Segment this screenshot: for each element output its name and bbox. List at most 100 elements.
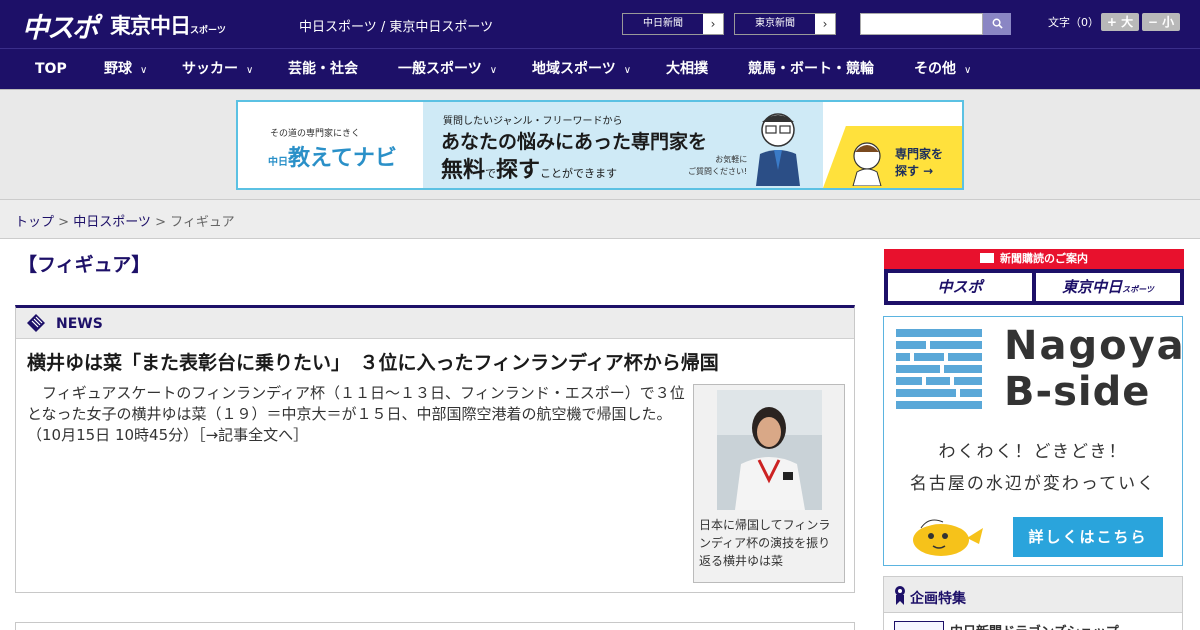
bricks-logo-icon [896,329,982,409]
subscription-tokyo-small: スポーツ [1122,285,1154,294]
banner-line2: あなたの悩みにあった専門家を [441,131,708,153]
search-button[interactable] [983,13,1011,35]
banner-line3: 無料で探すことができます [441,152,617,184]
font-size-decrease-button[interactable]: − 小 [1142,13,1180,31]
tokyo-shimbun-label: 東京新聞 [735,14,815,34]
logo-tokyo-text: 東京中日 [110,14,191,38]
feature-thumbnail[interactable] [894,621,944,630]
thinking-person-icon [852,142,882,186]
font-size-label: 文字（0） [1048,16,1099,29]
logo-chunichi-sports[interactable]: 中スポ [22,6,99,45]
breadcrumb: トップ > 中日スポーツ > フィギュア [15,211,235,230]
feature-header: 企画特集 [884,577,1182,613]
nav-item-soccer[interactable]: サッカー ∨ [182,49,253,89]
nav-item-local-sports[interactable]: 地域スポーツ ∨ [532,49,631,89]
subscription-chunichi-sports-link[interactable]: 中スポ [888,273,1032,301]
feature-section: 企画特集 中日新聞ドラゴンズショップ [883,576,1183,630]
banner-sub: その道の専門家にきく [270,129,361,139]
font-size-increase-button[interactable]: + 大 [1101,13,1139,31]
chevron-down-icon: ∨ [623,65,632,76]
news-panel-2 [15,622,855,630]
bside-line1: わくわく！どきどき！ [938,442,1128,462]
chevron-down-icon: ∨ [964,65,972,76]
nav-item-other[interactable]: その他 ∨ [914,49,971,89]
nav-item-top[interactable]: TOP [35,49,67,89]
banner-brand-name: 教えてナビ [288,146,397,171]
subscription-widget: 新聞購読のご案内 中スポ 東京中日スポーツ [884,249,1184,305]
nagoya-bside-ad[interactable]: Nagoya B-side わくわく！どきどき！ 名古屋の水辺が変わっていく 詳… [883,316,1186,566]
banner-cta-block: 専門家を探す → [823,126,962,188]
nav-item-racing[interactable]: 競馬・ボート・競輪 [748,49,874,89]
banner-cta2: 探す → [895,164,934,178]
banner-brand-prefix: 中日 [268,157,288,168]
banner-note2: ご質問ください! [688,167,748,176]
nav-label: 競馬・ボート・競輪 [748,61,874,77]
bside-details-button[interactable]: 詳しくはこちら [1013,517,1163,557]
banner-note: お気軽にご質問ください! [688,154,747,178]
nav-label: TOP [35,61,67,77]
nav-label: その他 [914,61,956,77]
banner-brand-block: その道の専門家にきく 中日教えてナビ [238,102,423,188]
subscription-title-text: 新聞購読のご案内 [1000,252,1088,265]
subscription-tokyo-chunichi-link[interactable]: 東京中日スポーツ [1036,273,1180,301]
chevron-down-icon: ∨ [246,65,254,76]
banner-cta-text: 専門家を探す → [895,146,943,180]
news-panel-header: NEWS [16,308,854,339]
breadcrumb-sep: > [150,215,171,230]
bside-title2: B-side [1004,369,1151,415]
subscription-tokyo-text: 東京中日 [1062,278,1123,296]
consultant-illustration-icon [756,113,800,186]
banner-free: 無料 [441,158,486,183]
logo-tokyo-chunichi[interactable]: 東京中日スポーツ [110,10,226,40]
banner-can: ことができます [540,167,618,180]
banner-line1: 質問したいジャンル・フリーワードから [443,116,623,127]
ribbon-icon [895,586,905,605]
banner-note1: お気軽に [715,155,748,164]
chevron-right-icon: › [815,14,835,34]
news-label: NEWS [56,316,103,332]
news-photo [717,390,822,510]
search-icon [992,18,1003,29]
breadcrumb-current: フィギュア [170,215,235,230]
news-panel: NEWS 横井ゆは菜「また表彰台に乗りたい」 ３位に入ったフィンランディア杯から… [15,305,855,593]
chunichi-shimbun-button[interactable]: 中日新聞 › [622,13,724,35]
subscription-title: 新聞購読のご案内 [884,249,1184,269]
nav-item-entertainment[interactable]: 芸能・社会 [288,49,358,89]
banner-area: その道の専門家にきく 中日教えてナビ 質問したいジャンル・フリーワードから あな… [0,90,1200,200]
breadcrumb-top-link[interactable]: トップ [15,215,54,230]
banner-search: 探す [496,158,541,183]
feature-item-link[interactable]: 中日新聞ドラゴンズショップ [950,621,1119,630]
news-body[interactable]: フィギュアスケートのフィンランディア杯（１１日～１３日、フィンランド・エスポー）… [27,383,687,446]
news-photo-caption: 日本に帰国してフィンランディア杯の演技を振り返る横井ゆは菜 [699,518,831,568]
tokyo-shimbun-button[interactable]: 東京新聞 › [734,13,836,35]
shrimp-mascot-icon [913,519,983,556]
nav-item-sumo[interactable]: 大相撲 [666,49,708,89]
banner-cta1: 専門家を [895,147,944,161]
breadcrumb-bar: トップ > 中日スポーツ > フィギュア [0,200,1200,239]
nav-item-general-sports[interactable]: 一般スポーツ ∨ [398,49,497,89]
chevron-down-icon: ∨ [140,65,148,76]
nav-label: 地域スポーツ [532,61,616,77]
site-header: 中スポ 東京中日スポーツ 中日スポーツ / 東京中日スポーツ 中日新聞 › 東京… [0,0,1200,48]
feature-title: 企画特集 [910,591,966,607]
news-icon [27,314,45,332]
news-photo-box[interactable]: 日本に帰国してフィンランディア杯の演技を振り返る横井ゆは菜 [693,384,845,583]
nav-label: サッカー [182,61,238,77]
banner-de: で [485,167,497,180]
site-names: 中日スポーツ / 東京中日スポーツ [299,20,494,35]
nav-item-baseball[interactable]: 野球 ∨ [104,49,147,89]
nav-label: 芸能・社会 [288,61,358,77]
bside-line2: 名古屋の水辺が変わっていく [909,474,1157,494]
newspaper-icon [980,253,994,263]
breadcrumb-sep: > [54,215,74,230]
oshiete-navi-ad-banner[interactable]: その道の専門家にきく 中日教えてナビ 質問したいジャンル・フリーワードから あな… [236,100,964,190]
nav-label: 大相撲 [666,61,708,77]
search-input[interactable] [860,13,983,35]
news-headline-link[interactable]: 横井ゆは菜「また表彰台に乗りたい」 ３位に入ったフィンランディア杯から帰国 [27,348,719,375]
bside-title1: Nagoya [1004,323,1186,369]
breadcrumb-section-link[interactable]: 中日スポーツ [73,215,151,230]
nav-label: 一般スポーツ [398,61,482,77]
main-nav: TOP 野球 ∨ サッカー ∨ 芸能・社会 一般スポーツ ∨ 地域スポーツ ∨ 大相撲 … [0,48,1200,89]
skater-photo-icon [717,390,822,510]
page-title: 【フィギュア】 [18,254,151,276]
